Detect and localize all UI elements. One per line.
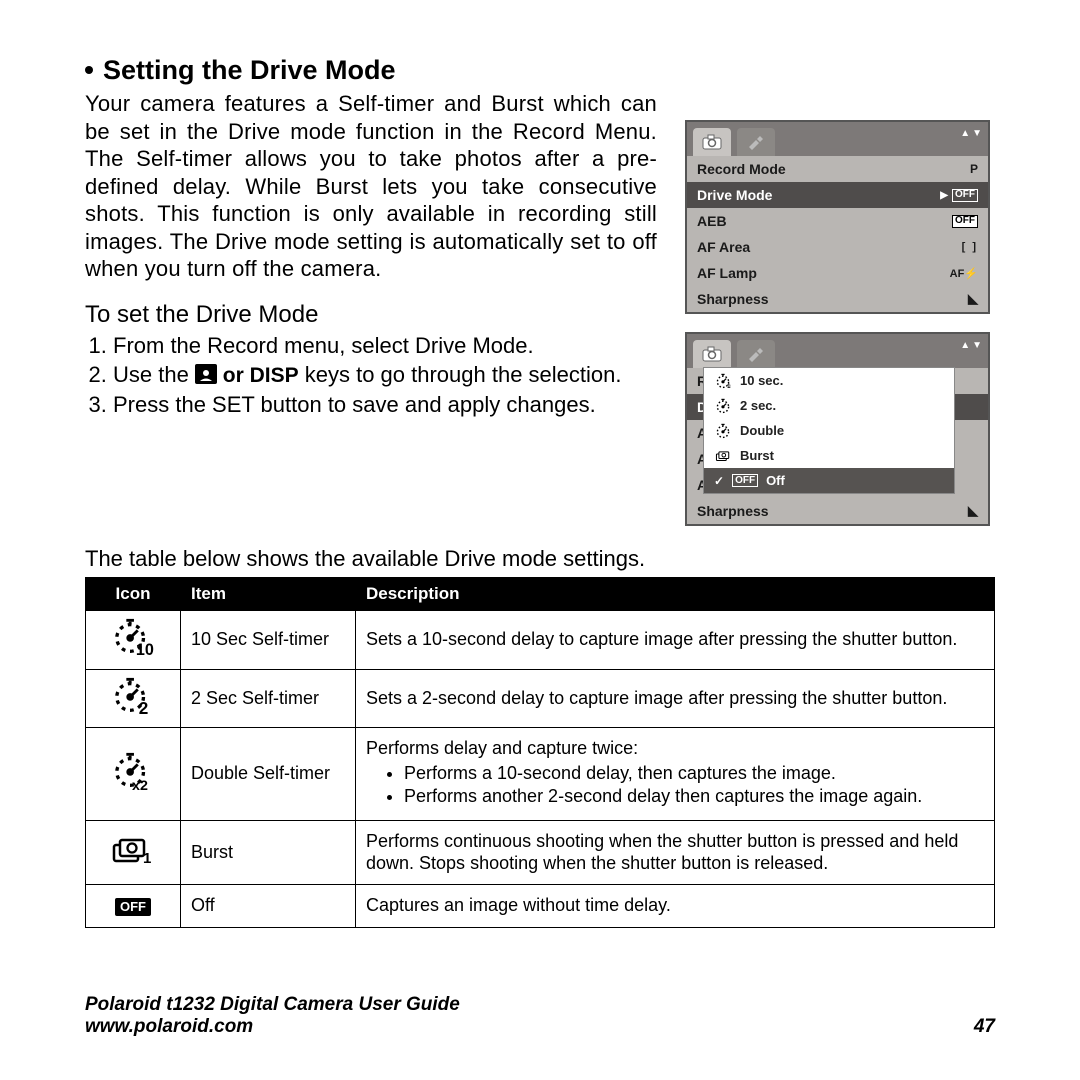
footer-guide-title: Polaroid t1232 Digital Camera User Guide (85, 994, 460, 1016)
timer2-icon (714, 398, 732, 414)
burst-icon (714, 448, 732, 464)
timer10-icon: 10 (111, 641, 155, 661)
popup-10sec: 1010 sec. (704, 368, 954, 393)
svg-text:1: 1 (143, 850, 151, 865)
subheading: To set the Drive Mode (85, 301, 657, 329)
th-description: Description (356, 578, 995, 611)
step-2: Use the or DISP keys to go through the s… (113, 361, 657, 389)
footer-url: www.polaroid.com (85, 1016, 460, 1038)
table-row: 2 2 Sec Self-timer Sets a 2-second delay… (86, 669, 995, 728)
popup-2sec: 2 sec. (704, 393, 954, 418)
timer10-icon: 10 (714, 373, 732, 389)
table-row: 1 Burst Performs continuous shooting whe… (86, 820, 995, 884)
timer2-icon: 2 (111, 700, 155, 720)
th-icon: Icon (86, 578, 181, 611)
scroll-indicator: ▲▼ (960, 340, 984, 351)
menu-row-record-mode: Record ModeP (687, 156, 988, 182)
lcd-screenshot-drive-popup: ▲▼ R D A A A Sharpness◣ 1010 sec. 2 sec.… (685, 332, 990, 526)
drive-mode-popup: 1010 sec. 2 sec. Double Burst ✓OFFOff (703, 367, 955, 494)
steps-list: From the Record menu, select Drive Mode.… (85, 332, 657, 419)
off-icon: OFF (115, 898, 151, 916)
bullet-icon (85, 66, 93, 74)
page-footer: Polaroid t1232 Digital Camera User Guide… (85, 994, 995, 1038)
lcd-screenshot-record-menu: ▲▼ Record ModeP Drive Mode▶OFF AEBOFF AF… (685, 120, 990, 314)
svg-text:x2: x2 (132, 778, 148, 791)
svg-text:10: 10 (727, 383, 731, 389)
tab-tools (737, 128, 775, 156)
svg-text:2: 2 (139, 698, 149, 716)
menu-row-sharpness: Sharpness◣ (687, 286, 988, 312)
bg-row-sharpness: Sharpness◣ (687, 498, 988, 524)
menu-row-af-lamp: AF LampAF⚡ (687, 260, 988, 286)
popup-burst: Burst (704, 443, 954, 468)
menu-row-af-area: AF Area[ ] (687, 234, 988, 260)
menu-row-aeb: AEBOFF (687, 208, 988, 234)
table-row: 10 10 Sec Self-timer Sets a 10-second de… (86, 611, 995, 670)
table-row: OFF Off Captures an image without time d… (86, 885, 995, 928)
section-heading: Setting the Drive Mode (85, 55, 657, 86)
step-3: Press the SET button to save and apply c… (113, 391, 657, 419)
burst-icon: 1 (108, 849, 158, 869)
th-item: Item (181, 578, 356, 611)
tab-camera (693, 128, 731, 156)
svg-text:10: 10 (136, 641, 154, 657)
double-timer-icon: x2 (111, 775, 155, 795)
face-icon (195, 364, 217, 384)
popup-off: ✓OFFOff (704, 468, 954, 493)
double-icon (714, 423, 732, 439)
intro-paragraph: Your camera features a Self-timer and Bu… (85, 90, 657, 283)
table-row: x2 Double Self-timer Performs delay and … (86, 728, 995, 821)
drive-mode-table: Icon Item Description 10 10 Sec Self-tim… (85, 577, 995, 928)
table-intro: The table below shows the available Driv… (85, 546, 995, 572)
tab-camera (693, 340, 731, 368)
footer-page-number: 47 (974, 1016, 995, 1038)
check-icon: ✓ (714, 474, 724, 488)
step-1: From the Record menu, select Drive Mode. (113, 332, 657, 360)
tab-tools (737, 340, 775, 368)
popup-double: Double (704, 418, 954, 443)
menu-row-drive-mode: Drive Mode▶OFF (687, 182, 988, 208)
scroll-indicator: ▲▼ (960, 128, 984, 139)
arrow-right-icon: ▶ (940, 190, 948, 201)
